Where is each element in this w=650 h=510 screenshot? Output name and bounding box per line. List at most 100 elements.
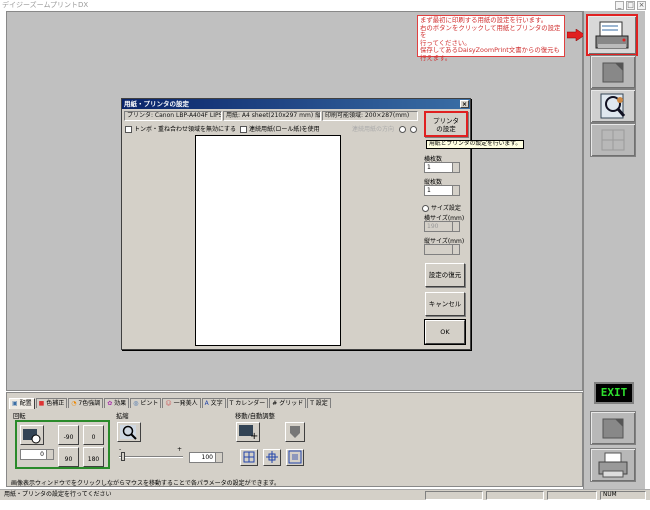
v-size-spinner[interactable] xyxy=(424,244,460,255)
size-setting-radio[interactable] xyxy=(422,205,429,212)
printer-icon xyxy=(598,452,628,478)
exit-button[interactable]: EXIT xyxy=(594,382,634,404)
zoom-spinner[interactable]: 100 xyxy=(189,452,223,463)
tab-text[interactable]: A 文字 xyxy=(201,398,226,408)
shield-icon xyxy=(290,426,300,438)
minimize-button[interactable]: _ xyxy=(615,1,624,10)
zoom-plus-label: + xyxy=(177,446,183,453)
tab-settings[interactable]: T 設定 xyxy=(307,398,331,408)
print-button[interactable] xyxy=(590,448,636,482)
dialog-title-bar: 用紙・プリンタの設定 × xyxy=(122,99,470,109)
tab-calendar[interactable]: T カレンダー xyxy=(226,398,269,408)
h-size-spinner[interactable]: 190 xyxy=(424,221,460,232)
move-tool-button[interactable]: + xyxy=(236,422,260,442)
spin-arrows-icon[interactable] xyxy=(452,186,459,195)
fill-button[interactable] xyxy=(286,449,304,466)
status-bar: 用紙・プリンタの設定を行ってください NUM xyxy=(0,489,650,500)
center-arrows-icon xyxy=(266,451,278,463)
tab-beauty[interactable]: ☺ 一発美人 xyxy=(162,398,201,408)
rotate-180-button[interactable]: 180 xyxy=(83,447,104,467)
rotate-zero-button[interactable]: 0 xyxy=(83,425,104,445)
zoom-image-button[interactable] xyxy=(590,89,636,123)
maximize-button[interactable]: □ xyxy=(626,1,635,10)
angle-spinner[interactable]: 0 xyxy=(20,449,54,460)
center-button[interactable] xyxy=(263,449,281,466)
paper-size: 用紙: A4 sheet(210x297 mm) 縦 xyxy=(223,111,321,121)
printable-area: 印刷可能領域: 200×287(mm) xyxy=(322,111,418,121)
panel-hint: 画像表示ウィンドウでをクリックしながらマウスを移動することで各パラメータの設定が… xyxy=(11,480,281,487)
printer-settings-tooltip: 用紙とプリンタの設定を行います。 xyxy=(426,140,525,149)
page-layout-button[interactable] xyxy=(590,55,636,89)
paper-printer-setup-button[interactable] xyxy=(586,14,638,56)
callout-line-2: 右のボタンをクリックして用紙とプリンタの設定を xyxy=(420,23,561,40)
zoom-label: 拡縮 xyxy=(116,413,129,420)
tab-layout[interactable]: ▣ 配置 xyxy=(9,398,35,409)
right-tool-panel: EXIT xyxy=(583,11,645,489)
move-adjust-label: 移動/自動調整 xyxy=(235,413,275,420)
restore-settings-button[interactable]: 設定の復元 xyxy=(425,263,465,287)
continuous-paper-checkbox[interactable] xyxy=(240,126,247,133)
parameter-panel: ▣ 配置 ■ 色補正 ◔ 7色強調 ✿ 効果 ◎ ピント ☺ 一発美人 A 文字… xyxy=(6,392,583,487)
status-cell-1 xyxy=(425,491,483,500)
spin-arrows-icon[interactable] xyxy=(215,453,222,462)
tab-effects[interactable]: ✿ 効果 xyxy=(104,398,130,408)
tab-grid[interactable]: # グリッド xyxy=(269,398,307,408)
page-icon xyxy=(602,418,624,439)
rotate-group: -90 0 0 90 180 xyxy=(15,420,110,469)
dialog-title: 用紙・プリンタの設定 xyxy=(124,100,189,108)
grid-fit-icon xyxy=(243,451,255,463)
direction-radio-1[interactable] xyxy=(398,126,406,133)
grid-icon xyxy=(601,129,625,151)
continuous-paper-option[interactable]: 連続用紙(ロール紙)を使用 xyxy=(240,124,320,133)
crop-marks-option[interactable]: トンボ・重ね合わせ領域を無効にする xyxy=(125,124,236,133)
rotate-image-icon xyxy=(23,429,41,444)
zoom-tool-button[interactable] xyxy=(117,422,141,442)
guide-callout: まず最初に印刷する用紙の設定を行います。 右のボタンをクリックして用紙とプリンタ… xyxy=(417,15,565,62)
direction-radio-2[interactable] xyxy=(409,126,417,133)
fill-page-icon xyxy=(288,450,302,464)
printer-name: プリンタ: Canon LBP-A404F LIPS xyxy=(124,111,222,121)
dialog-close-button[interactable]: × xyxy=(460,100,469,108)
status-cell-2 xyxy=(486,491,544,500)
shield-button[interactable] xyxy=(285,422,305,442)
spin-arrows-icon[interactable] xyxy=(452,245,459,254)
status-message: 用紙・プリンタの設定を行ってください xyxy=(4,491,112,498)
rotate-tool-button[interactable] xyxy=(20,425,44,445)
size-setting-option[interactable]: サイズ設定 xyxy=(422,203,461,212)
grid-button[interactable] xyxy=(590,123,636,157)
rotate-label: 回転 xyxy=(13,413,26,420)
zoom-slider-thumb[interactable] xyxy=(121,452,125,461)
num-lock-indicator: NUM xyxy=(600,491,646,500)
printer-settings-button[interactable]: プリンタ の設定 xyxy=(424,111,468,137)
cancel-button[interactable]: キャンセル xyxy=(425,292,465,316)
zoom-slider-track[interactable] xyxy=(119,456,183,458)
move-image-icon: + xyxy=(239,425,258,442)
tab-color-correction[interactable]: ■ 色補正 xyxy=(35,398,68,408)
svg-text:+: + xyxy=(250,431,258,441)
spin-arrows-icon[interactable] xyxy=(46,450,53,459)
spin-arrows-icon[interactable] xyxy=(452,163,459,172)
rotate-90-button[interactable]: 90 xyxy=(58,447,79,467)
window-title-bar: デイジーズームプリントDX _ □ × xyxy=(0,0,650,11)
tab-seven-color[interactable]: ◔ 7色強調 xyxy=(68,398,104,408)
page-preview-button[interactable] xyxy=(590,411,636,445)
paper-printer-dialog: 用紙・プリンタの設定 × プリンタ: Canon LBP-A404F LIPS … xyxy=(121,98,525,350)
rotate-minus90-button[interactable]: -90 xyxy=(58,425,79,445)
crop-marks-checkbox[interactable] xyxy=(125,126,132,133)
spin-arrows-icon[interactable] xyxy=(452,222,459,231)
tab-bar: ▣ 配置 ■ 色補正 ◔ 7色強調 ✿ 効果 ◎ ピント ☺ 一発美人 A 文字… xyxy=(9,398,332,409)
window-title: デイジーズームプリントDX xyxy=(2,1,89,9)
callout-line-5: 行えます。 xyxy=(420,53,452,62)
v-sheets-spinner[interactable]: 1 xyxy=(424,185,460,196)
paper-preview xyxy=(195,135,341,346)
h-sheets-spinner[interactable]: 1 xyxy=(424,162,460,173)
status-cell-3 xyxy=(547,491,597,500)
fit-grid-button[interactable] xyxy=(240,449,258,466)
page-layout-icon xyxy=(602,62,624,83)
printer-setup-icon xyxy=(595,21,629,49)
magnifier-image-icon xyxy=(600,93,626,119)
ok-button[interactable]: OK xyxy=(424,319,466,345)
continuous-direction: 連続用紙の方向 xyxy=(352,124,419,133)
tab-focus[interactable]: ◎ ピント xyxy=(130,398,162,408)
close-window-button[interactable]: × xyxy=(637,1,646,10)
